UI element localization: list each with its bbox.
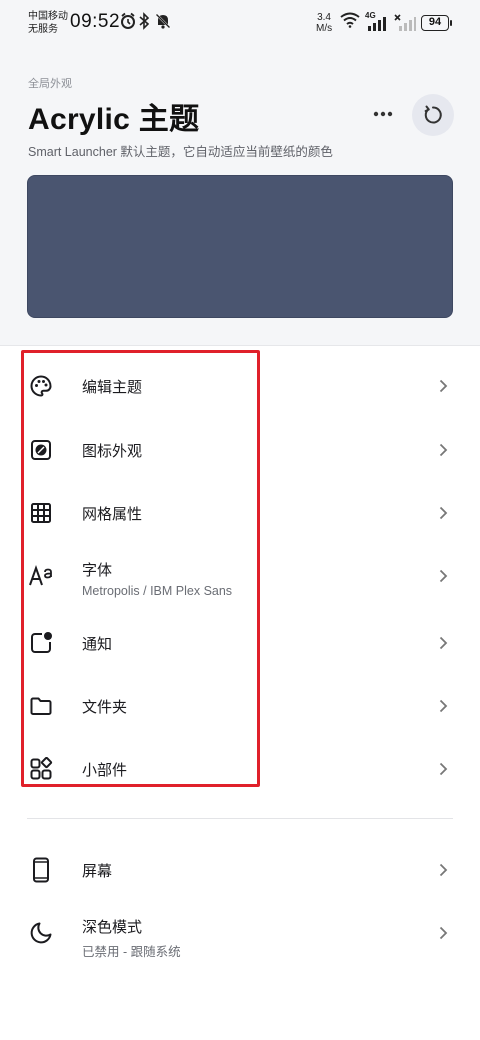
- chevron-right-icon: [436, 635, 450, 651]
- list-item-notifications[interactable]: 通知: [0, 611, 480, 675]
- folder-icon: [28, 693, 54, 719]
- list-item-text: 屏幕: [82, 860, 112, 881]
- bluetooth-icon: [139, 12, 149, 30]
- list-item-label: 编辑主题: [82, 378, 143, 396]
- list-item-text: 通知: [82, 633, 112, 654]
- list-item-label: 通知: [82, 635, 113, 653]
- list-item-label: 文件夹: [82, 698, 128, 716]
- clock: 09:52: [70, 11, 121, 32]
- list-item-edit-theme[interactable]: 编辑主题: [0, 354, 480, 418]
- list-item-text: 深色模式 已禁用 - 跟随系统: [82, 916, 181, 960]
- carrier-info: 中国移动 无服务: [28, 10, 68, 36]
- list-item-grid-properties[interactable]: 网格属性: [0, 481, 480, 545]
- chevron-right-icon: [436, 378, 450, 394]
- icon-shape-icon: [28, 437, 54, 463]
- list-item-label: 小部件: [82, 761, 128, 779]
- battery-indicator: 94: [421, 15, 452, 31]
- chevron-right-icon: [436, 442, 450, 458]
- status-bar: 中国移动 无服务 09:52 3.4 M/s 4G 94: [0, 0, 480, 44]
- speed-unit: M/s: [316, 23, 333, 34]
- theme-description: Smart Launcher 默认主题，它自动适应当前壁纸的颜色: [28, 145, 333, 159]
- list-item-icon-appearance[interactable]: 图标外观: [0, 418, 480, 482]
- refresh-icon: [424, 105, 442, 124]
- no-signal-icon: [394, 14, 416, 31]
- list-item-text: 编辑主题: [82, 376, 142, 397]
- reset-theme-button[interactable]: [412, 94, 454, 136]
- speed-value: 3.4: [317, 12, 331, 23]
- chevron-right-icon: [436, 862, 450, 878]
- chevron-right-icon: [436, 698, 450, 714]
- grid-icon: [28, 500, 54, 526]
- moon-icon: [28, 920, 54, 946]
- list-item-text: 网格属性: [82, 503, 142, 524]
- carrier-status: 无服务: [28, 24, 58, 35]
- list-item-label: 网格属性: [82, 505, 143, 523]
- list-item-dark-mode[interactable]: 深色模式 已禁用 - 跟随系统: [0, 902, 480, 964]
- list-item-folder[interactable]: 文件夹: [0, 674, 480, 738]
- mute-bell-icon: [155, 13, 171, 29]
- list-item-sublabel: Metropolis / IBM Plex Sans: [82, 584, 233, 598]
- more-options-button[interactable]: [368, 100, 398, 128]
- carrier-name: 中国移动: [28, 11, 68, 22]
- chevron-right-icon: [436, 568, 450, 584]
- list-item-text: 小部件: [82, 759, 127, 780]
- list-item-label: 深色模式: [82, 919, 143, 936]
- chevron-right-icon: [436, 925, 450, 941]
- cell-signal-icon: [368, 17, 386, 31]
- widgets-icon: [28, 756, 54, 782]
- list-item-label: 屏幕: [82, 862, 113, 880]
- section-divider: [27, 818, 453, 819]
- font-icon: [28, 563, 54, 589]
- network-speed: 3.4 M/s: [316, 12, 332, 34]
- list-item-screen[interactable]: 屏幕: [0, 838, 480, 902]
- list-item-sublabel: 已禁用 - 跟随系统: [82, 945, 181, 959]
- list-item-font[interactable]: 字体 Metropolis / IBM Plex Sans: [0, 545, 480, 607]
- theme-preview[interactable]: [27, 175, 453, 318]
- alarm-icon: [121, 12, 135, 29]
- list-item-text: 字体 Metropolis / IBM Plex Sans: [82, 559, 232, 598]
- phone-screen-icon: [28, 857, 54, 883]
- list-item-text: 图标外观: [82, 440, 142, 461]
- more-dots-icon: [373, 111, 393, 117]
- chevron-right-icon: [436, 505, 450, 521]
- list-item-label: 图标外观: [82, 442, 143, 460]
- chevron-right-icon: [436, 761, 450, 777]
- palette-icon: [28, 373, 54, 399]
- page-title: Acrylic 主题: [28, 103, 200, 136]
- wifi-icon: [340, 12, 360, 28]
- list-item-text: 文件夹: [82, 696, 127, 717]
- notification-dot-icon: [28, 630, 54, 656]
- section-overline: 全局外观: [28, 78, 72, 90]
- list-item-widgets[interactable]: 小部件: [0, 737, 480, 801]
- list-item-label: 字体: [82, 562, 113, 579]
